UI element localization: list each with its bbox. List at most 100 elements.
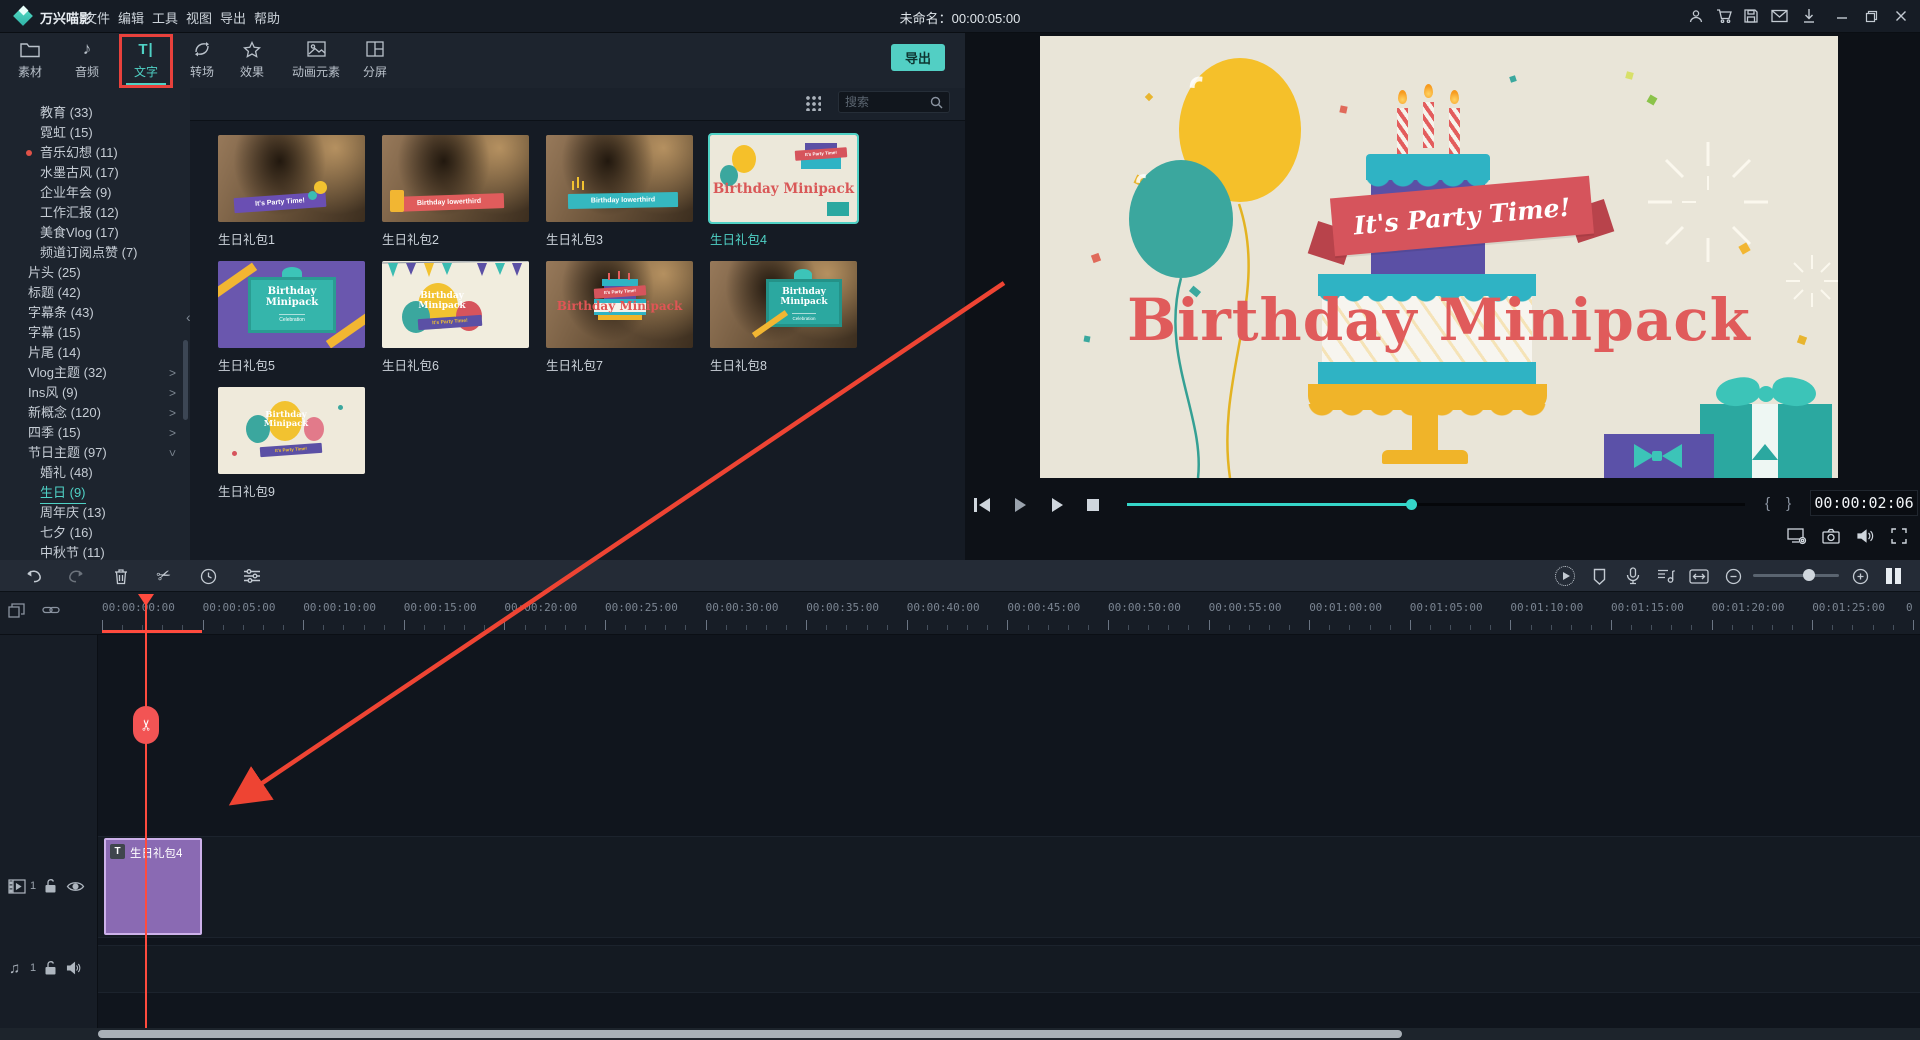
play-button[interactable] — [1009, 496, 1031, 514]
video-track-lane[interactable] — [0, 836, 1920, 938]
sidebar-item-12[interactable]: 字幕 (15) — [0, 323, 190, 343]
sidebar-item-18[interactable]: 节日主题 (97)> — [0, 443, 190, 463]
menu-2[interactable]: 编辑 — [118, 8, 144, 27]
stop-button[interactable] — [1082, 496, 1104, 514]
timeline-ruler[interactable]: 00:00:00:0000:00:05:0000:00:10:0000:00:1… — [0, 592, 1920, 635]
display-settings-icon[interactable] — [1785, 525, 1809, 547]
tab-elements-image[interactable]: 动画元素 — [278, 37, 354, 80]
template-thumb-3[interactable]: Birthday lowerthird — [546, 135, 693, 222]
audio-track-lane[interactable] — [0, 945, 1920, 993]
template-thumb-5[interactable]: BirthdayMinipackCelebration — [218, 261, 365, 348]
mark-in-out-buttons[interactable]: { } — [1765, 495, 1797, 512]
close-icon[interactable] — [1891, 7, 1911, 25]
audio-track-lock-icon[interactable] — [44, 960, 57, 976]
sidebar-item-17[interactable]: 四季 (15)> — [0, 423, 190, 443]
seek-bar-handle[interactable] — [1406, 499, 1417, 510]
sidebar-item-9[interactable]: 片头 (25) — [0, 263, 190, 283]
template-thumb-7[interactable]: It's Party Time!Birthday Minipack — [546, 261, 693, 348]
timeline-scrollbar-thumb[interactable] — [98, 1030, 1402, 1038]
sidebar-item-14[interactable]: Vlog主题 (32)> — [0, 363, 190, 383]
menu-6[interactable]: 帮助 — [254, 8, 280, 27]
sidebar-item-22[interactable]: 七夕 (16) — [0, 523, 190, 543]
save-icon[interactable] — [1741, 7, 1761, 25]
volume-icon[interactable] — [1853, 525, 1877, 547]
chevron-right-icon[interactable]: > — [169, 403, 176, 423]
menu-1[interactable]: 文件 — [84, 8, 110, 27]
tab-text-ti[interactable]: T|文字 — [116, 37, 176, 80]
audio-track-mute-icon[interactable] — [66, 961, 82, 975]
search-input[interactable] — [845, 95, 930, 109]
timeline-clip-text[interactable]: T 生日礼包4 — [104, 838, 202, 935]
tab-effects-star[interactable]: 效果 — [222, 37, 282, 80]
sidebar-item-2[interactable]: 霓虹 (15) — [0, 123, 190, 143]
sidebar-item-23[interactable]: 中秋节 (11) — [0, 543, 190, 560]
sidebar-item-20[interactable]: 生日 (9) — [0, 483, 190, 503]
preview-video[interactable]: It's Party Time! — [1040, 36, 1838, 478]
sidebar-item-3[interactable]: 音乐幻想 (11) — [0, 143, 190, 163]
duration-clock-icon[interactable] — [195, 564, 221, 588]
split-scissors-icon[interactable]: ✂ — [151, 564, 177, 588]
template-thumb-2[interactable]: Birthday lowerthird — [382, 135, 529, 222]
timeline-zoom-handle[interactable] — [1803, 569, 1815, 581]
playhead-marker[interactable] — [138, 594, 154, 606]
next-frame-button[interactable] — [1046, 496, 1068, 514]
sidebar-item-16[interactable]: 新概念 (120)> — [0, 403, 190, 423]
menu-5[interactable]: 导出 — [220, 8, 246, 27]
chevron-down-icon[interactable]: > — [162, 449, 182, 456]
sidebar-item-5[interactable]: 企业年会 (9) — [0, 183, 190, 203]
timeline-tracks-area[interactable]: 1 ♫ 1 T 生日礼包4 — [0, 635, 1920, 1028]
menu-3[interactable]: 工具 — [152, 8, 178, 27]
link-clips-icon[interactable] — [42, 603, 60, 617]
sidebar-scrollbar[interactable] — [183, 340, 188, 420]
template-thumb-6[interactable]: BirthdayMinipackIt's Party Time! — [382, 261, 529, 348]
sidebar-item-13[interactable]: 片尾 (14) — [0, 343, 190, 363]
snapshot-camera-icon[interactable] — [1819, 525, 1843, 547]
mail-icon[interactable] — [1769, 7, 1789, 25]
video-track-visibility-icon[interactable] — [66, 880, 85, 893]
fullscreen-icon[interactable] — [1887, 525, 1911, 547]
template-thumb-8[interactable]: BirthdayMinipackCelebration — [710, 261, 857, 348]
tab-splitscreen[interactable]: 分屏 — [345, 37, 405, 80]
timeline-zoom-slider[interactable] — [1753, 574, 1839, 577]
audio-mixer-icon[interactable] — [1653, 564, 1679, 588]
template-thumb-9[interactable]: BirthdayMinipackIt's Party Time! — [218, 387, 365, 474]
cut-scissors-badge[interactable]: ✂ — [133, 706, 159, 744]
panel-layout-icon[interactable] — [1880, 564, 1906, 588]
redo-icon[interactable] — [63, 564, 89, 588]
manage-tracks-icon[interactable] — [8, 603, 25, 618]
zoom-in-icon[interactable] — [1847, 564, 1873, 588]
restore-icon[interactable] — [1861, 7, 1881, 25]
marker-icon[interactable] — [1586, 564, 1612, 588]
sidebar-item-8[interactable]: 频道订阅点赞 (7) — [0, 243, 190, 263]
adjust-sliders-icon[interactable] — [239, 564, 265, 588]
cart-icon[interactable] — [1714, 7, 1734, 25]
undo-icon[interactable] — [20, 564, 46, 588]
delete-trash-icon[interactable] — [108, 564, 134, 588]
tab-media-folder[interactable]: 素材 — [0, 37, 60, 80]
chevron-right-icon[interactable]: > — [169, 363, 176, 383]
template-thumb-1[interactable]: It's Party Time! — [218, 135, 365, 222]
download-icon[interactable] — [1799, 7, 1819, 25]
sidebar-item-6[interactable]: 工作汇报 (12) — [0, 203, 190, 223]
render-preview-icon[interactable] — [1552, 564, 1578, 588]
seek-bar[interactable] — [1127, 503, 1745, 506]
sidebar-item-15[interactable]: Ins风 (9)> — [0, 383, 190, 403]
fit-timeline-icon[interactable] — [1686, 564, 1712, 588]
grid-view-icon[interactable] — [805, 95, 821, 111]
template-thumb-4[interactable]: It's Party Time!Birthday Minipack — [710, 135, 857, 222]
sidebar-item-7[interactable]: 美食Vlog (17) — [0, 223, 190, 243]
sidebar-item-1[interactable]: 教育 (33) — [0, 103, 190, 123]
chevron-right-icon[interactable]: > — [169, 423, 176, 443]
menu-4[interactable]: 视图 — [186, 8, 212, 27]
export-button[interactable]: 导出 — [891, 44, 945, 71]
chevron-right-icon[interactable]: > — [169, 383, 176, 403]
minimize-icon[interactable] — [1832, 7, 1852, 25]
sidebar-item-4[interactable]: 水墨古风 (17) — [0, 163, 190, 183]
search-box[interactable] — [838, 91, 950, 113]
previous-frame-button[interactable] — [971, 496, 993, 514]
sidebar-item-21[interactable]: 周年庆 (13) — [0, 503, 190, 523]
video-track-lock-icon[interactable] — [44, 878, 57, 894]
sidebar-item-11[interactable]: 字幕条 (43) — [0, 303, 190, 323]
sidebar-item-10[interactable]: 标题 (42) — [0, 283, 190, 303]
sidebar-item-19[interactable]: 婚礼 (48) — [0, 463, 190, 483]
